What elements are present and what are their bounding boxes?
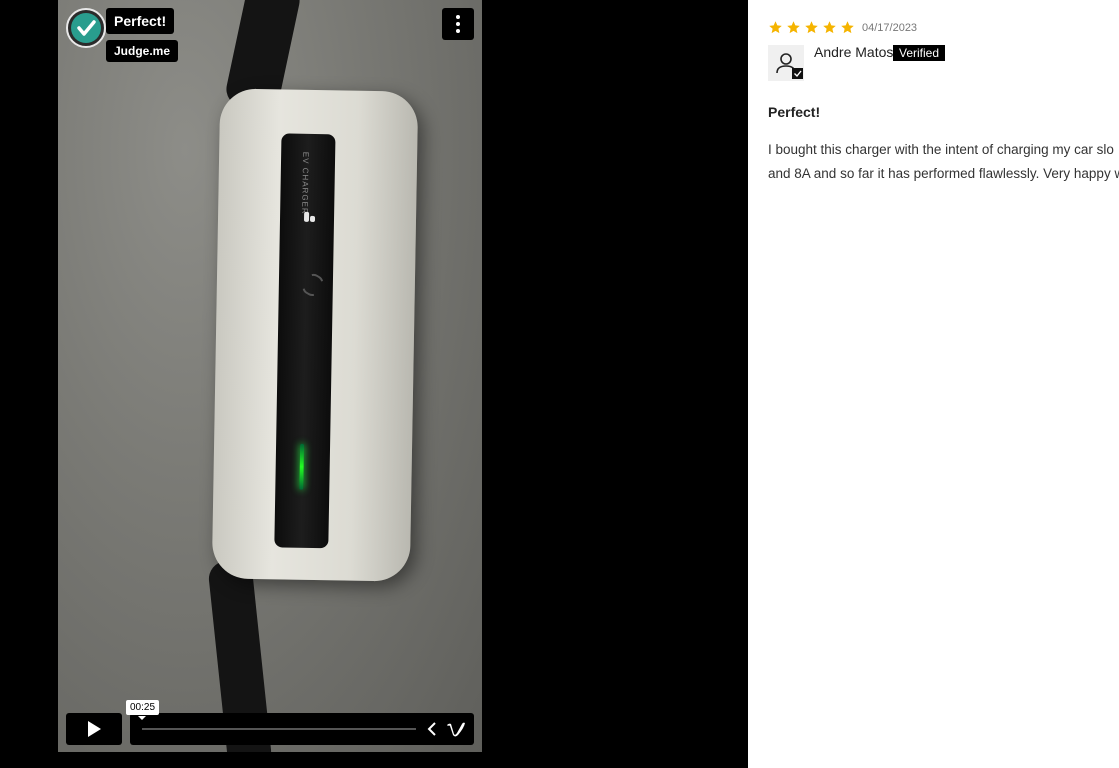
judge-me-logo-icon[interactable] (66, 8, 106, 48)
play-button[interactable] (66, 713, 122, 745)
video-frame[interactable]: EV CHARGER (58, 0, 482, 752)
vimeo-icon[interactable] (446, 720, 466, 738)
star-icon (841, 21, 854, 34)
share-icon[interactable] (424, 721, 440, 737)
charger-panel: EV CHARGER (274, 133, 336, 549)
charging-led (299, 443, 305, 490)
charger-logo (299, 270, 327, 300)
review-body-line: I bought this charger with the intent of… (768, 142, 1114, 157)
star-icon (787, 21, 800, 34)
charger-image: EV CHARGER (211, 88, 419, 582)
review-body-line: and 8A and so far it has performed flawl… (768, 166, 1119, 181)
user-verified-icon (768, 45, 804, 81)
review-panel: 04/17/2023 Andre Matos Verified Perfect!… (748, 0, 1119, 768)
time-display: 00:25 (126, 700, 160, 720)
play-icon (88, 721, 101, 737)
video-player[interactable]: EV CHARGER Perfect! Judge.me 00:25 (0, 0, 748, 768)
video-source[interactable]: Judge.me (106, 40, 179, 62)
charger-label: EV CHARGER (300, 151, 311, 215)
reviewer-name: Andre Matos (814, 44, 894, 60)
more-vertical-icon[interactable] (442, 8, 474, 40)
verified-badge: Verified (893, 45, 946, 61)
review-body: I bought this charger with the intent of… (768, 138, 1119, 186)
video-title[interactable]: Perfect! (106, 8, 175, 34)
video-control-bar (130, 713, 474, 745)
status-light (303, 211, 310, 222)
star-icon (769, 21, 782, 34)
star-icon (805, 21, 818, 34)
star-icon (823, 21, 836, 34)
star-rating (768, 20, 855, 35)
review-date: 04/17/2023 (862, 22, 918, 34)
review-title: Perfect! (768, 104, 821, 120)
status-light (309, 215, 316, 222)
progress-bar[interactable] (142, 728, 416, 730)
